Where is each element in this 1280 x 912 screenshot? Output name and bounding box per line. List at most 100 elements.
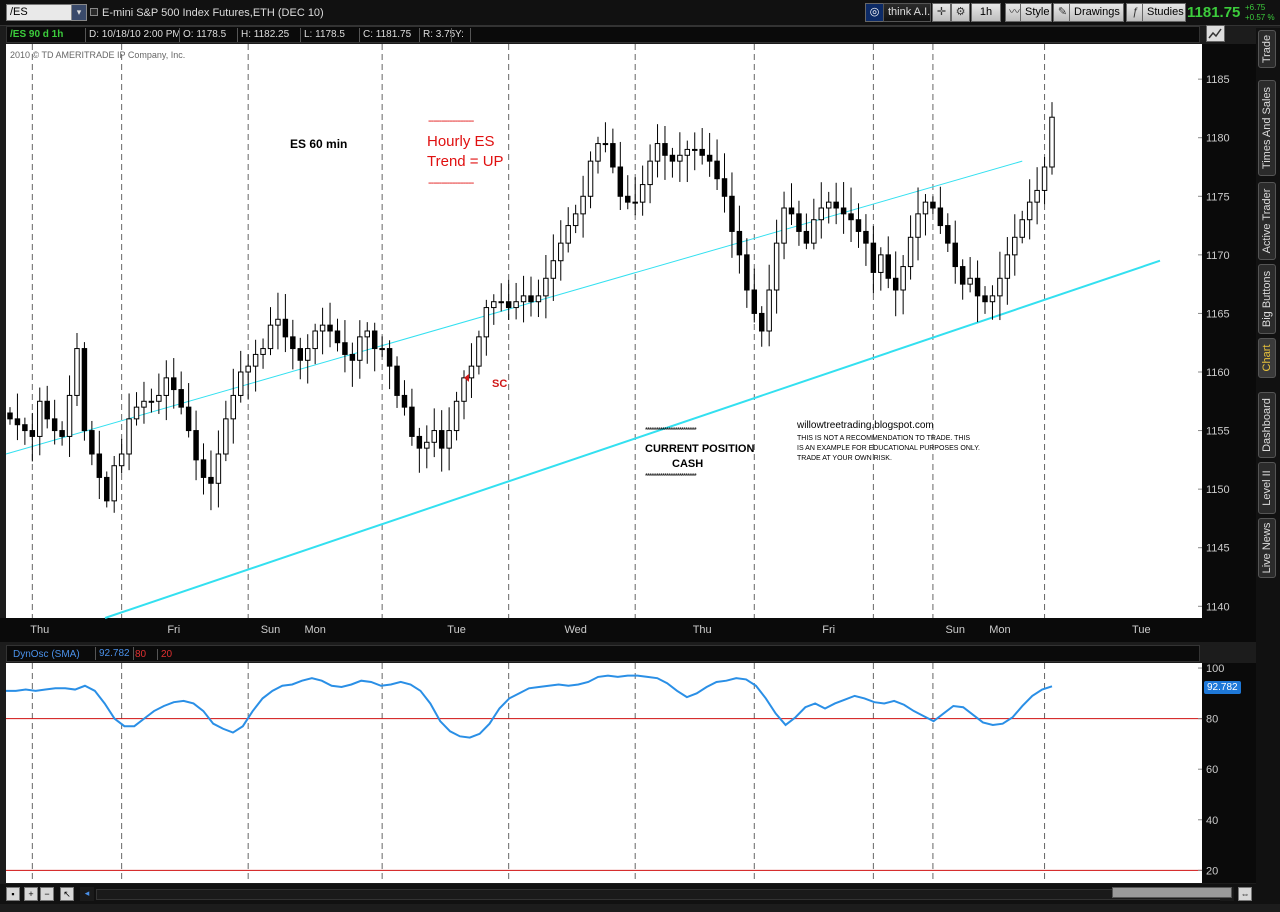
candle-body: [386, 348, 393, 367]
symbol-period: /ES 90 d 1h: [10, 29, 64, 40]
bar-y: Y:: [455, 29, 464, 40]
candle-body: [840, 207, 847, 215]
candle-body: [148, 400, 155, 403]
candle-body: [699, 148, 705, 156]
candle-body: [796, 213, 802, 232]
candle-body: [848, 213, 854, 221]
drawings-button[interactable]: Drawings: [1069, 3, 1124, 22]
candle-body: [974, 277, 981, 297]
symbol-dropdown-icon[interactable]: ▾: [71, 4, 87, 21]
tab-dashboard[interactable]: Dashboard: [1258, 392, 1276, 458]
candle-body: [595, 143, 601, 162]
bar-date: D: 10/18/10 2:00 PM: [89, 29, 181, 40]
candle-body: [327, 324, 333, 332]
candle-body: [230, 394, 237, 420]
signal-label: SC: [492, 378, 508, 390]
trend-status[interactable]: Trend = UP: [427, 153, 504, 170]
candle-body: [1026, 201, 1033, 221]
studies-button[interactable]: Studies: [1142, 3, 1186, 22]
candle-body: [811, 219, 817, 244]
oscillator-chart[interactable]: 20 40 60 80 100: [0, 643, 1256, 883]
candle-body: [729, 195, 735, 232]
symbol-input[interactable]: /ES: [6, 4, 72, 21]
tab-big-buttons[interactable]: Big Buttons: [1258, 264, 1276, 334]
expand-icon[interactable]: ⇔: [1238, 887, 1252, 901]
candle-body: [937, 207, 944, 227]
x-tick-label: Wed: [564, 624, 586, 636]
candle-body: [758, 312, 765, 332]
position-value[interactable]: CASH: [672, 458, 703, 470]
tab-trade[interactable]: Trade: [1258, 30, 1276, 68]
candle-body: [29, 430, 36, 437]
candle-body: [833, 201, 839, 209]
candle-body: [721, 178, 728, 197]
bar-info-header: /ES 90 d 1h D: 10/18/10 2:00 PM O: 1178.…: [6, 26, 1200, 43]
candle-body: [1019, 219, 1025, 238]
candle-body: [543, 277, 549, 297]
candle-body: [104, 476, 110, 502]
candle-body: [558, 242, 564, 262]
tab-times-and-sales[interactable]: Times And Sales: [1258, 80, 1276, 176]
candle-body: [7, 412, 13, 420]
candle-body: [14, 418, 21, 426]
tab-label: Times And Sales: [1261, 86, 1273, 170]
x-tick-label: Thu: [30, 624, 49, 636]
candle-body: [900, 266, 906, 291]
candle-body: [684, 148, 691, 156]
candle-body: [208, 476, 214, 484]
think-ai-button[interactable]: think A.I.: [883, 3, 931, 22]
y-tick-label: 1160: [1206, 367, 1230, 379]
style-button[interactable]: Style: [1020, 3, 1052, 22]
disclaimer-line[interactable]: THIS IS NOT A RECOMMENDATION TO TRADE. T…: [797, 435, 970, 442]
candle-body: [171, 377, 177, 391]
tab-live-news[interactable]: Live News: [1258, 518, 1276, 578]
candle-body: [982, 295, 988, 303]
x-tick-label: Mon: [989, 624, 1010, 636]
x-tick-label: Fri: [822, 624, 835, 636]
zoom-in-icon[interactable]: +: [24, 887, 38, 901]
tool-icon[interactable]: ⚙: [951, 3, 970, 22]
bar-open: O: 1178.5: [183, 29, 227, 40]
disclaimer-line[interactable]: IS AN EXAMPLE FOR EDUCATIONAL PURPOSES O…: [797, 445, 980, 452]
candle-body: [967, 277, 973, 285]
chart-settings-icon[interactable]: [1206, 25, 1225, 42]
x-tick-label: Sun: [945, 624, 965, 636]
candle-body: [520, 295, 527, 303]
candle-body: [945, 225, 951, 244]
candle-body: [692, 148, 698, 151]
zoom-out-icon[interactable]: −: [40, 887, 54, 901]
candle-body: [185, 406, 192, 432]
symbol-link-icon[interactable]: [90, 8, 98, 16]
disclaimer-line[interactable]: TRADE AT YOUR OWN RISK.: [797, 455, 892, 462]
scroll-left-icon[interactable]: ◂: [80, 887, 94, 901]
y-tick-label: 1150: [1206, 484, 1230, 496]
candle-body: [706, 154, 713, 162]
scrollbar-thumb[interactable]: [1112, 887, 1232, 898]
candle-body: [513, 301, 519, 309]
candle-body: [74, 348, 80, 396]
bottom-toolbar: ▪ + − ↖ ◂ ▸ ⇔: [0, 884, 1280, 904]
candle-body: [498, 301, 504, 304]
tab-level-ii[interactable]: Level II: [1258, 462, 1276, 514]
tab-active-trader[interactable]: Active Trader: [1258, 182, 1276, 260]
candle-body: [625, 195, 631, 203]
tab-chart[interactable]: Chart: [1258, 338, 1276, 378]
chart-label[interactable]: ES 60 min: [290, 137, 347, 151]
candle-body: [357, 336, 363, 361]
candle-body: [401, 394, 408, 408]
x-tick-label: Mon: [304, 624, 325, 636]
panel-icon[interactable]: ▪: [6, 887, 20, 901]
candle-body: [959, 266, 966, 285]
blog-url[interactable]: willowtreetrading.blogspot.com: [797, 420, 934, 431]
trend-title[interactable]: Hourly ES: [427, 133, 495, 150]
aggregation-button[interactable]: 1h: [971, 3, 1001, 22]
price-chart[interactable]: 1140 1145 1150 1155 1160 1165 1170 1175 1180 1185…: [0, 44, 1256, 642]
x-tick-label: Fri: [167, 624, 180, 636]
horizontal-scrollbar[interactable]: [96, 889, 1232, 900]
position-divider-top: ************************: [645, 426, 697, 435]
think-ai-icon[interactable]: ◎: [865, 3, 884, 22]
position-title[interactable]: CURRENT POSITION: [645, 443, 754, 455]
pointer-icon[interactable]: ↖: [60, 887, 74, 901]
crosshair-icon[interactable]: ✛: [932, 3, 951, 22]
candle-body: [662, 143, 668, 156]
